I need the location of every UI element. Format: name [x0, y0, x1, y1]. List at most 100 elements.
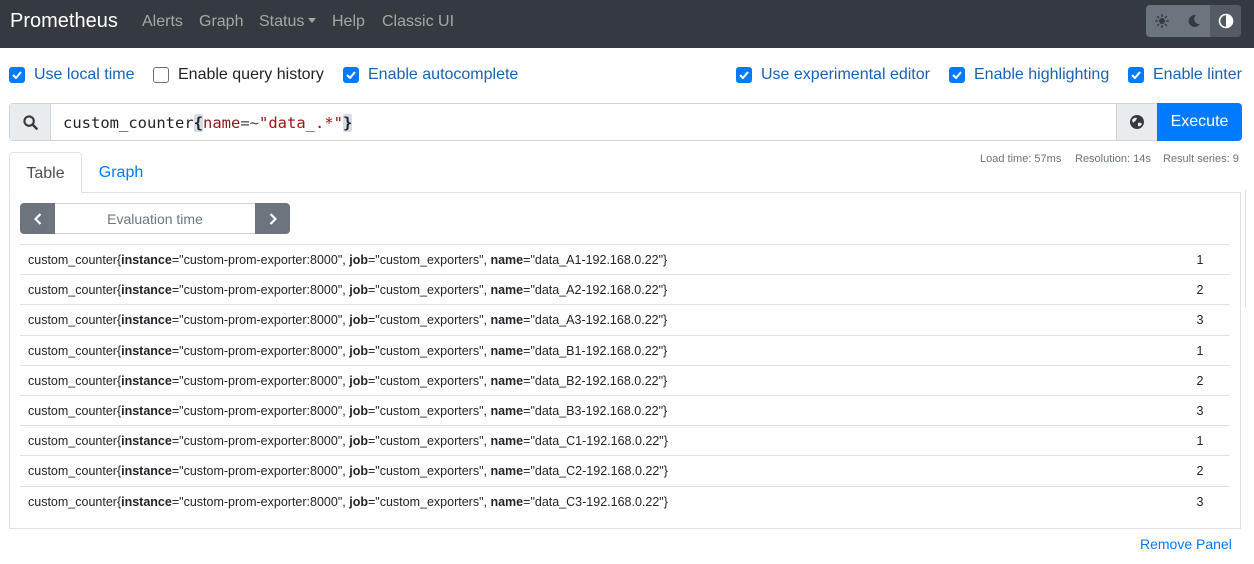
search-addon [10, 104, 51, 140]
label-key: job [349, 464, 368, 479]
label-value: "data_A3-192.168.0.22" [530, 313, 664, 328]
query-bar: custom_counter{name=~"data_.*"} Execute [9, 103, 1242, 141]
label-key: job [349, 373, 368, 388]
brand-logo[interactable]: Prometheus [10, 9, 118, 33]
label-value: "data_B3-192.168.0.22" [530, 403, 664, 418]
table-row: custom_counter{instance="custom-prom-exp… [20, 485, 1230, 516]
table-row: custom_counter{instance="custom-prom-exp… [20, 364, 1230, 395]
checkbox-unchecked[interactable] [153, 67, 169, 83]
tab-table[interactable]: Table [9, 152, 82, 193]
label-value: "custom-prom-exporter:8000" [179, 343, 343, 358]
nav-graph[interactable]: Graph [199, 12, 243, 32]
scroll-edge [1245, 190, 1246, 308]
option-experimental-editor[interactable]: Use experimental editor [736, 65, 930, 85]
table-row: custom_counter{instance="custom-prom-exp… [20, 274, 1230, 304]
table-row: custom_counter{instance="custom-prom-exp… [20, 425, 1230, 455]
sample-value: 2 [1196, 283, 1204, 298]
label-value: "custom-prom-exporter:8000" [179, 373, 343, 388]
checkbox-checked[interactable] [1128, 67, 1144, 83]
remove-panel-link[interactable]: Remove Panel [1140, 536, 1232, 552]
label-key: name [490, 494, 524, 509]
label-value: "data_B1-192.168.0.22" [530, 343, 664, 358]
evaluation-time-input[interactable]: Evaluation time [55, 203, 255, 234]
results-table: custom_counter{instance="custom-prom-exp… [20, 244, 1230, 516]
metric-name: custom_counter [28, 253, 117, 267]
next-time-button[interactable] [255, 203, 290, 234]
series-label: custom_counter{instance="custom-prom-exp… [28, 403, 668, 418]
label-key: job [349, 494, 368, 509]
checkbox-checked[interactable] [736, 67, 752, 83]
option-use-local-time[interactable]: Use local time [9, 65, 134, 85]
query-expression-input[interactable]: custom_counter{name=~"data_.*"} [63, 113, 353, 133]
nav-status[interactable]: Status [259, 12, 317, 32]
sample-value: 2 [1196, 464, 1204, 479]
option-label: Enable autocomplete [368, 66, 519, 83]
sample-value: 1 [1196, 253, 1204, 267]
execute-button[interactable]: Execute [1157, 103, 1242, 141]
metric-name: custom_counter [28, 434, 117, 449]
resolution: Resolution: 14s [1075, 153, 1151, 165]
label-value: "custom-prom-exporter:8000" [179, 434, 343, 449]
result-series: Result series: 9 [1163, 153, 1239, 165]
label-key: name [490, 434, 524, 449]
checkbox-checked[interactable] [343, 67, 359, 83]
series-label: custom_counter{instance="custom-prom-exp… [28, 283, 668, 298]
sun-icon [1154, 14, 1169, 28]
label-value: "custom_exporters" [375, 253, 484, 267]
checkbox-checked[interactable] [949, 67, 965, 83]
nav-help[interactable]: Help [332, 12, 365, 32]
label-key: name [490, 313, 524, 328]
label-key: job [349, 313, 368, 328]
label-key: instance [121, 313, 172, 328]
metric-name: custom_counter [28, 343, 117, 358]
option-autocomplete[interactable]: Enable autocomplete [343, 65, 518, 85]
metric-name: custom_counter [28, 313, 117, 328]
nav-alerts[interactable]: Alerts [142, 12, 183, 32]
label-value: "data_C3-192.168.0.22" [530, 494, 664, 509]
option-query-history[interactable]: Enable query history [153, 65, 324, 85]
label-value: "custom-prom-exporter:8000" [179, 494, 343, 509]
tab-graph[interactable]: Graph [82, 152, 160, 193]
sample-value: 1 [1196, 434, 1204, 449]
option-highlighting[interactable]: Enable highlighting [949, 65, 1109, 85]
dark-theme-button[interactable] [1178, 5, 1209, 37]
check-icon [952, 71, 962, 79]
globe-icon [1130, 115, 1144, 129]
metrics-explorer-button[interactable] [1116, 104, 1157, 140]
label-key: instance [121, 253, 172, 267]
table-row: custom_counter{instance="custom-prom-exp… [20, 304, 1230, 334]
series-label: custom_counter{instance="custom-prom-exp… [28, 313, 668, 328]
option-label: Use experimental editor [761, 66, 930, 83]
checkbox-checked[interactable] [9, 67, 25, 83]
label-value: "custom_exporters" [375, 313, 484, 328]
table-row: custom_counter{instance="custom-prom-exp… [20, 455, 1230, 485]
metric-name: custom_counter [28, 403, 117, 418]
metric-name: custom_counter [28, 283, 117, 298]
metric-name: custom_counter [28, 494, 117, 509]
label-value: "custom_exporters" [375, 403, 484, 418]
label-key: instance [121, 494, 172, 509]
sample-value: 3 [1196, 313, 1204, 328]
previous-time-button[interactable] [20, 203, 55, 234]
option-label: Enable linter [1153, 66, 1242, 83]
query-metric: custom_counter [63, 114, 194, 132]
query-operator: =~ [240, 114, 259, 132]
series-label: custom_counter{instance="custom-prom-exp… [28, 253, 668, 267]
metric-name: custom_counter [28, 373, 117, 388]
series-label: custom_counter{instance="custom-prom-exp… [28, 373, 668, 388]
label-key: instance [121, 434, 172, 449]
nav-classic-ui[interactable]: Classic UI [382, 12, 454, 32]
option-label: Enable highlighting [974, 66, 1110, 83]
series-label: custom_counter{instance="custom-prom-exp… [28, 464, 668, 479]
option-label: Enable query history [178, 66, 324, 83]
sample-value: 1 [1196, 343, 1204, 358]
light-theme-button[interactable] [1146, 5, 1177, 37]
query-label-name: name [203, 114, 241, 132]
label-value: "custom_exporters" [375, 343, 484, 358]
label-value: "custom_exporters" [375, 464, 484, 479]
auto-theme-button[interactable] [1210, 5, 1241, 37]
label-value: "custom_exporters" [375, 283, 484, 298]
option-linter[interactable]: Enable linter [1128, 65, 1242, 85]
label-key: name [490, 373, 524, 388]
search-icon [22, 114, 38, 130]
